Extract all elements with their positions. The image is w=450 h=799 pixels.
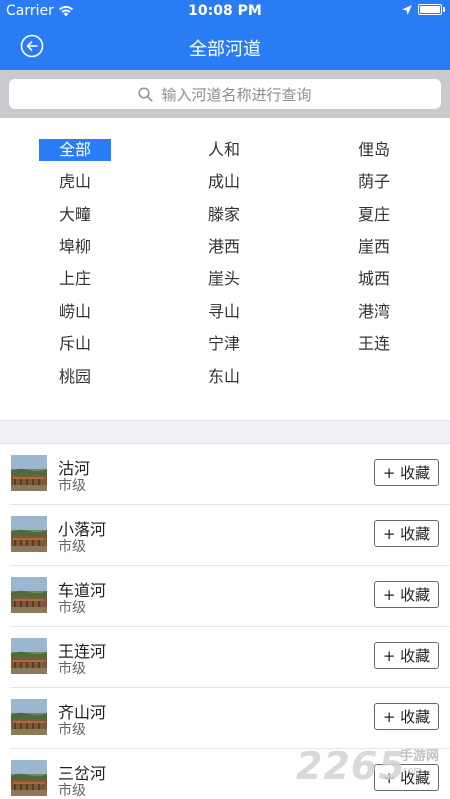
watermark-line1: 手游网 [400, 749, 440, 764]
status-right [402, 4, 445, 15]
district-option[interactable]: 港湾 [338, 301, 410, 323]
district-option[interactable]: 俚岛 [338, 139, 410, 161]
status-bar: Carrier 10:08 PM [0, 0, 450, 22]
district-option[interactable]: 大疃 [39, 204, 111, 226]
battery-icon [418, 4, 445, 15]
page-title: 全部河道 [189, 39, 261, 60]
watermark-line2: .com [400, 766, 423, 776]
favorite-button[interactable]: + 收藏 [374, 642, 439, 669]
river-thumbnail [11, 638, 47, 674]
river-level: 市级 [58, 600, 86, 616]
district-option[interactable]: 港西 [188, 236, 260, 258]
river-thumbnail [11, 455, 47, 491]
search-bar: 输入河道名称进行查询 [0, 70, 450, 118]
river-row[interactable]: 小落河 市级 + 收藏 [0, 505, 450, 566]
river-thumbnail [11, 699, 47, 735]
district-option[interactable]: 寻山 [188, 301, 260, 323]
site-watermark: 2265 手游网 .com [296, 744, 446, 788]
river-thumbnail [11, 760, 47, 796]
river-row[interactable]: 齐山河 市级 + 收藏 [0, 688, 450, 749]
favorite-button[interactable]: + 收藏 [374, 703, 439, 730]
river-row[interactable]: 沽河 市级 + 收藏 [0, 444, 450, 505]
district-option[interactable]: 夏庄 [338, 204, 410, 226]
app-header: Carrier 10:08 PM 全部河道 [0, 0, 450, 70]
location-arrow-icon [402, 4, 412, 15]
district-option[interactable]: 崖西 [338, 236, 410, 258]
river-row[interactable]: 车道河 市级 + 收藏 [0, 566, 450, 627]
section-divider [0, 420, 450, 444]
watermark-text: 手游网 .com [400, 750, 439, 778]
search-icon [138, 86, 154, 102]
district-option[interactable]: 桃园 [39, 366, 111, 388]
favorite-button[interactable]: + 收藏 [374, 581, 439, 608]
river-row[interactable]: 王连河 市级 + 收藏 [0, 627, 450, 688]
river-level: 市级 [58, 539, 86, 555]
district-filter-grid: 全部虎山大疃埠柳上庄崂山斥山桃园 人和成山滕家港西崖头寻山宁津东山 俚岛荫子夏庄崖西… [0, 118, 450, 420]
search-placeholder: 输入河道名称进行查询 [161, 85, 312, 104]
favorite-button[interactable]: + 收藏 [374, 459, 439, 486]
district-option[interactable]: 东山 [188, 366, 260, 388]
district-option[interactable]: 人和 [188, 139, 260, 161]
river-thumbnail [11, 577, 47, 613]
district-option[interactable]: 上庄 [39, 268, 111, 290]
district-option[interactable]: 荫子 [338, 171, 410, 193]
river-level: 市级 [58, 478, 86, 494]
district-option[interactable]: 崖头 [188, 268, 260, 290]
status-time: 10:08 PM [188, 3, 262, 19]
river-level: 市级 [58, 783, 86, 799]
district-option[interactable]: 宁津 [188, 333, 260, 355]
search-input[interactable]: 输入河道名称进行查询 [9, 79, 441, 109]
district-option[interactable]: 崂山 [39, 301, 111, 323]
district-option[interactable]: 王连 [338, 333, 410, 355]
district-option[interactable]: 全部 [39, 139, 111, 161]
river-thumbnail [11, 516, 47, 552]
district-option[interactable]: 埠柳 [39, 236, 111, 258]
favorite-button[interactable]: + 收藏 [374, 520, 439, 547]
district-option[interactable]: 成山 [188, 171, 260, 193]
river-level: 市级 [58, 661, 86, 677]
district-option[interactable]: 斥山 [39, 333, 111, 355]
watermark-number: 2265 [296, 744, 406, 788]
district-option[interactable]: 滕家 [188, 204, 260, 226]
river-level: 市级 [58, 722, 86, 738]
district-option[interactable]: 城西 [338, 268, 410, 290]
district-option[interactable]: 虎山 [39, 171, 111, 193]
